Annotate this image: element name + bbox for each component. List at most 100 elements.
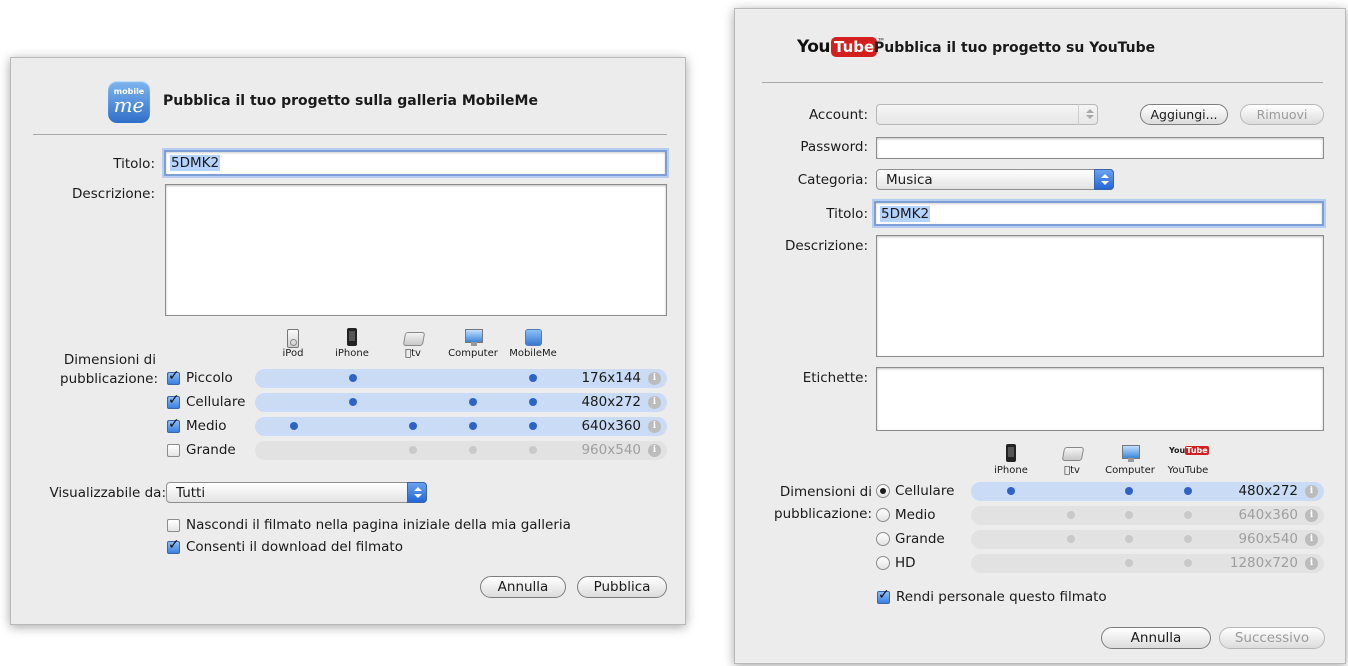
- youtube-logo-you: You: [797, 37, 831, 57]
- device-label-youtube: YouTube: [1167, 465, 1209, 476]
- appletv-icon: [402, 332, 426, 346]
- size-label: Cellulare: [895, 483, 955, 499]
- dialog-title: Pubblica il tuo progetto su YouTube: [874, 40, 1156, 56]
- size-row: 480x272 i: [255, 393, 667, 412]
- visualizzabile-select[interactable]: Tutti: [166, 482, 427, 503]
- compat-dot: [1125, 559, 1133, 567]
- info-icon[interactable]: i: [1305, 485, 1318, 498]
- titolo-input[interactable]: 5DMK2: [874, 201, 1324, 226]
- size-resolution: 960x540: [1238, 531, 1298, 547]
- titolo-input[interactable]: 5DMK2: [164, 150, 667, 176]
- rendi-personale-checkbox[interactable]: [877, 587, 890, 604]
- info-icon[interactable]: i: [648, 444, 661, 457]
- info-icon[interactable]: i: [1305, 557, 1318, 570]
- info-icon[interactable]: i: [648, 372, 661, 385]
- compat-dot: [1067, 511, 1075, 519]
- compat-dot: [1184, 511, 1192, 519]
- size-checkbox[interactable]: [167, 444, 180, 457]
- annulla-button[interactable]: Annulla: [1101, 627, 1211, 649]
- mobileme-logo-icon: mobile me: [108, 81, 150, 123]
- popup-arrows-icon: [1094, 169, 1114, 190]
- info-icon[interactable]: i: [1305, 533, 1318, 546]
- compat-dot: [469, 446, 477, 454]
- info-icon[interactable]: i: [648, 396, 661, 409]
- categoria-select[interactable]: Musica: [876, 169, 1114, 190]
- compat-dot: [1125, 487, 1133, 495]
- mobileme-logo-text-bottom: me: [113, 93, 145, 117]
- device-label-iphone: iPhone: [994, 465, 1028, 476]
- dimensioni-label-line1: Dimensioni di: [779, 484, 872, 500]
- password-input[interactable]: [876, 137, 1324, 159]
- compat-dot: [290, 422, 298, 430]
- device-label-ipod: iPod: [282, 348, 304, 359]
- dialog-title: Pubblica il tuo progetto sulla galleria …: [163, 93, 538, 109]
- header-divider: [762, 82, 1323, 83]
- size-label: Cellulare: [186, 394, 246, 410]
- compat-dot: [1184, 559, 1192, 567]
- compat-dot: [409, 422, 417, 430]
- compat-dot: [1184, 535, 1192, 543]
- categoria-value: Musica: [886, 172, 933, 188]
- compat-dot: [529, 374, 537, 382]
- visualizzabile-value: Tutti: [176, 485, 206, 501]
- info-icon[interactable]: i: [1305, 509, 1318, 522]
- size-checkbox[interactable]: [167, 416, 180, 433]
- size-row: 176x144 i: [255, 369, 667, 388]
- youtube-publish-dialog: You Tube ™ Pubblica il tuo progetto su You…: [734, 8, 1346, 664]
- size-resolution: 640x360: [1238, 507, 1298, 523]
- dimensioni-label-line1: Dimensioni di: [63, 352, 156, 368]
- compat-dot: [529, 422, 537, 430]
- consenti-download-label: Consenti il download del filmato: [186, 539, 403, 555]
- titolo-value: 5DMK2: [880, 205, 931, 222]
- popup-arrows-icon: [407, 482, 427, 503]
- titolo-value: 5DMK2: [170, 155, 221, 171]
- categoria-label: Categoria:: [797, 172, 868, 188]
- youtube-device-icon: YouTube: [1169, 446, 1209, 455]
- device-label-tv: tv: [1064, 465, 1080, 476]
- device-label-computer: Computer: [448, 348, 498, 359]
- size-resolution: 480x272: [1238, 483, 1298, 499]
- size-label: HD: [895, 555, 916, 571]
- size-label: Medio: [186, 418, 227, 434]
- iphone-icon: [347, 328, 357, 346]
- size-checkbox[interactable]: [167, 392, 180, 409]
- size-radio[interactable]: [876, 508, 890, 522]
- compat-dot: [1125, 511, 1133, 519]
- computer-icon: [1122, 445, 1140, 462]
- computer-icon: [465, 329, 483, 346]
- nascondi-checkbox[interactable]: [167, 519, 180, 532]
- compat-dot: [529, 398, 537, 406]
- successivo-button[interactable]: Successivo: [1219, 627, 1325, 649]
- account-label: Account:: [808, 107, 868, 123]
- dimensioni-label-line2: pubblicazione:: [60, 371, 158, 387]
- size-radio[interactable]: [876, 556, 890, 570]
- size-checkbox[interactable]: [167, 368, 180, 385]
- size-row: 960x540 i: [255, 441, 667, 460]
- size-label: Medio: [895, 507, 936, 523]
- titolo-label: Titolo:: [826, 206, 868, 222]
- size-row: 1280x720 i: [971, 554, 1324, 573]
- size-radio[interactable]: [876, 532, 890, 546]
- device-label-mobileme: MobileMe: [509, 348, 557, 359]
- annulla-button[interactable]: Annulla: [480, 576, 566, 598]
- visualizzabile-label: Visualizzabile da:: [49, 485, 166, 501]
- account-select[interactable]: [876, 104, 1098, 125]
- descrizione-textarea[interactable]: [165, 184, 667, 316]
- size-radio[interactable]: [876, 484, 890, 498]
- compat-dot: [1067, 535, 1075, 543]
- size-resolution: 176x144: [581, 370, 641, 386]
- size-resolution: 480x272: [581, 394, 641, 410]
- aggiungi-button[interactable]: Aggiungi...: [1140, 104, 1228, 125]
- mobileme-device-icon: [525, 329, 542, 346]
- rimuovi-button[interactable]: Rimuovi: [1240, 104, 1324, 125]
- youtube-logo-tube: Tube: [831, 37, 878, 57]
- etichette-textarea[interactable]: [876, 367, 1324, 431]
- device-label-tv: tv: [405, 348, 421, 359]
- info-icon[interactable]: i: [648, 420, 661, 433]
- descrizione-textarea[interactable]: [876, 235, 1324, 357]
- compat-dot: [529, 446, 537, 454]
- header-divider: [33, 134, 667, 135]
- size-resolution: 1280x720: [1229, 555, 1298, 571]
- pubblica-button[interactable]: Pubblica: [577, 576, 667, 598]
- consenti-download-checkbox[interactable]: [167, 537, 180, 554]
